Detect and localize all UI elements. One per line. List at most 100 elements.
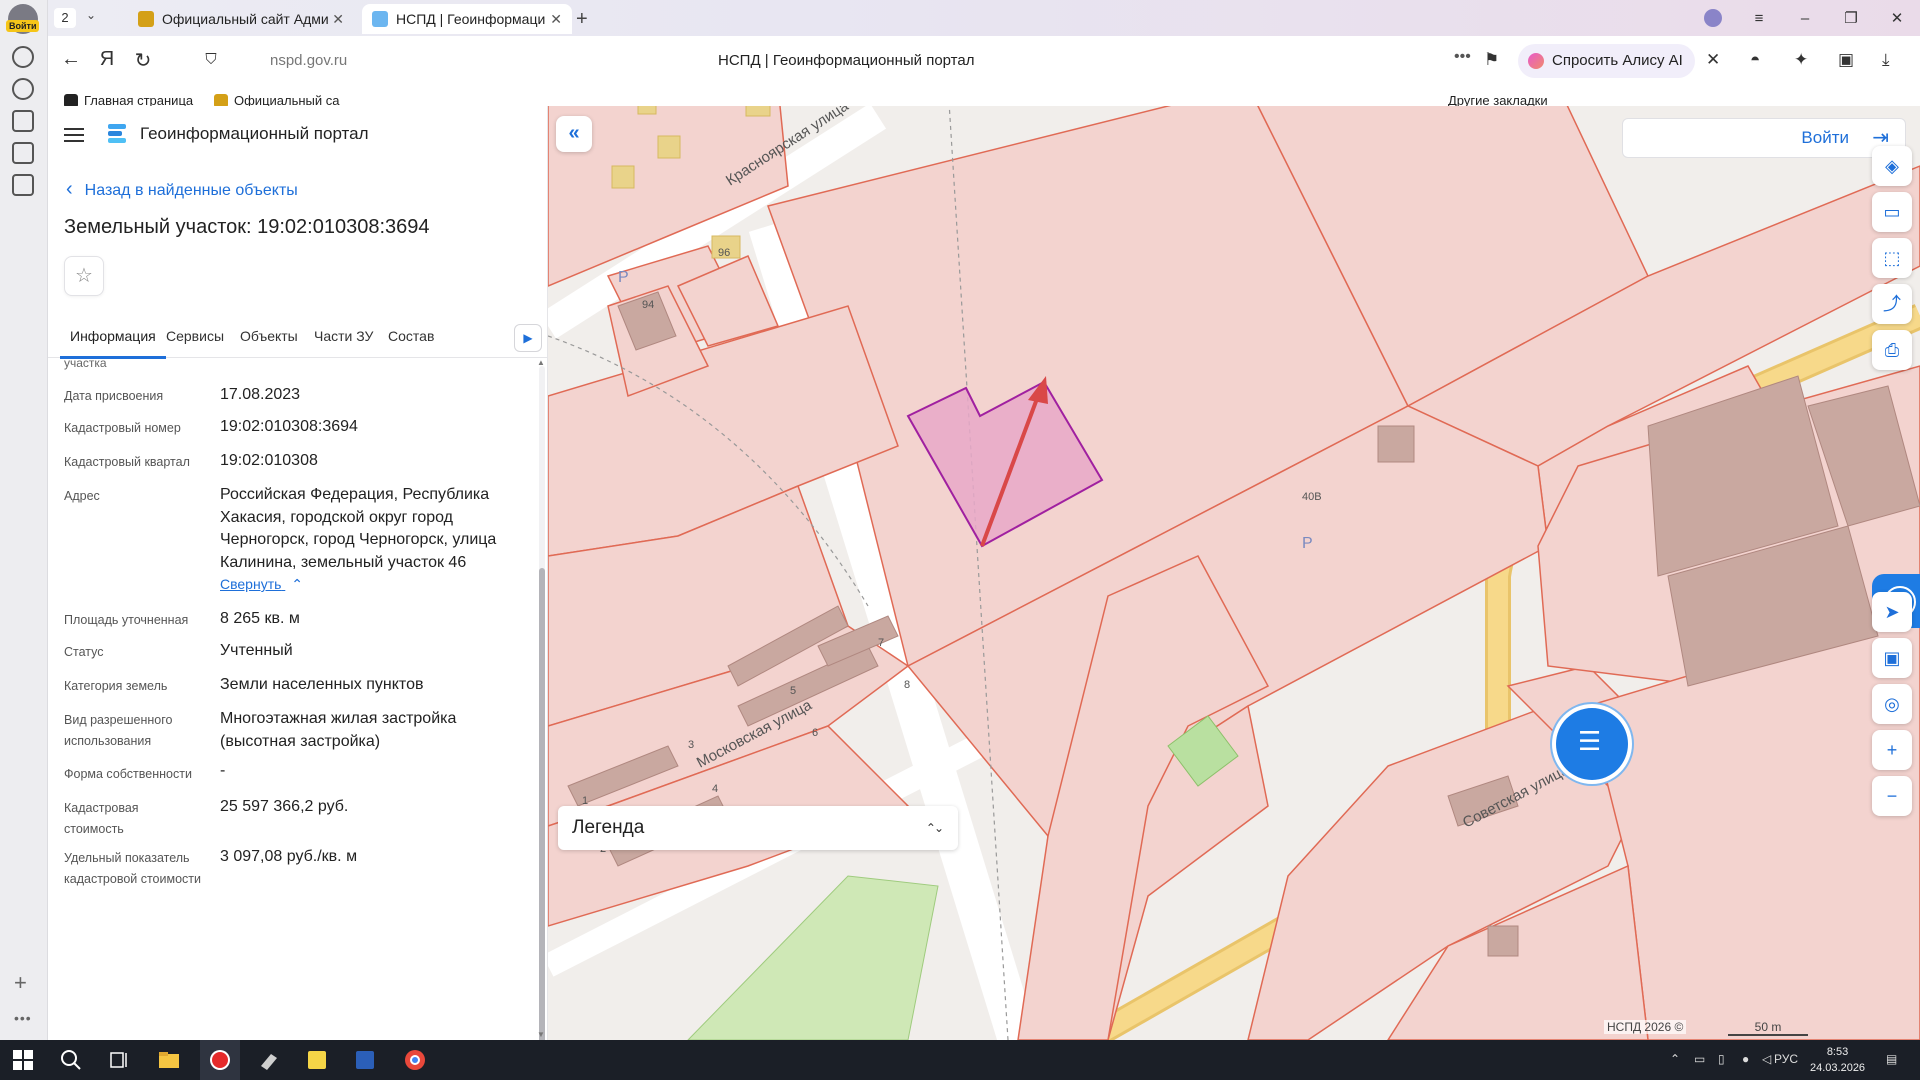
volume-icon[interactable]: ◁ [1762, 1052, 1771, 1066]
house-number: 94 [642, 299, 654, 311]
tab-services[interactable]: Сервисы [166, 328, 224, 344]
chevron-right-icon[interactable]: ▶ [514, 324, 542, 352]
parking-label: P [1302, 535, 1313, 552]
hat-icon[interactable]: ◓ [1750, 50, 1760, 70]
ask-alice-button[interactable]: Спросить Алису AI [1518, 44, 1695, 78]
zoom-in-icon[interactable]: + [1872, 730, 1912, 770]
profile-login-badge[interactable]: Войти [6, 20, 40, 32]
browser-tab-admin[interactable]: Официальный сайт Адми ✕ [128, 4, 354, 34]
search-icon[interactable] [58, 1048, 84, 1072]
browser-tab-nspd[interactable]: НСПД | Геоинформаци ✕ [362, 4, 572, 34]
menu-icon[interactable]: ≡ [1736, 10, 1782, 27]
more-dots-icon[interactable]: ••• [1454, 48, 1471, 66]
battery-icon[interactable]: ▯ [1718, 1052, 1725, 1066]
more-icon[interactable]: ••• [14, 1010, 32, 1026]
chevron-up-icon: ⌃ [291, 576, 304, 592]
back-arrow-icon[interactable]: ← [58, 48, 84, 71]
favorite-star-button[interactable]: ☆ [64, 256, 104, 296]
chrome-icon[interactable] [402, 1048, 428, 1072]
close-icon[interactable]: ✕ [550, 11, 562, 28]
file-explorer-icon[interactable] [156, 1048, 182, 1072]
tab-parts[interactable]: Части ЗУ [314, 328, 373, 344]
coat-of-arms-icon [138, 11, 154, 27]
map-copyright: НСПД 2026 © [1604, 1020, 1687, 1034]
address-bar: ← Я ↻ ⛉ nspd.gov.ru НСПД | Геоинформацио… [48, 36, 1920, 86]
collections-icon[interactable]: ✕ [1706, 50, 1720, 70]
marker-square [657, 135, 681, 159]
row-value-quarter: 19:02:010308 [220, 452, 318, 469]
scroll-thumb[interactable] [539, 568, 545, 1080]
map-view[interactable]: Красноярская улица Московская улица Сове… [548, 106, 1920, 1040]
url-field[interactable]: nspd.gov.ru [270, 52, 347, 69]
row-value-date: 17.08.2023 [220, 386, 301, 403]
row-value-area: 8 265 кв. м [220, 610, 300, 627]
download-icon[interactable]: ⤓ [1882, 50, 1890, 70]
extensions-icon[interactable]: ✦ [1794, 50, 1808, 70]
map-canvas[interactable]: Красноярская улица Московская улица Сове… [548, 106, 1920, 1040]
system-clock[interactable]: 8:53 24.03.2026 [1810, 1044, 1865, 1076]
microphone-icon[interactable]: ● [1742, 1052, 1749, 1066]
play-icon[interactable] [12, 78, 34, 100]
scroll-down-icon[interactable]: ▼ [537, 1030, 545, 1039]
screenshot-icon[interactable] [12, 174, 34, 196]
ruler-icon[interactable]: ▭ [1872, 192, 1912, 232]
minimize-icon[interactable]: – [1782, 10, 1828, 27]
tab-information[interactable]: Информация [70, 328, 156, 344]
sticky-notes-icon[interactable] [304, 1048, 330, 1072]
word-icon[interactable] [352, 1048, 378, 1072]
tab-composition[interactable]: Состав [388, 328, 434, 344]
history-icon[interactable] [12, 46, 34, 68]
collapse-address-link[interactable]: Свернуть ⌃ [220, 576, 303, 593]
new-tab-icon[interactable]: + [576, 8, 588, 31]
row-value-cadastral-number: 19:02:010308:3694 [220, 418, 358, 435]
tab-count[interactable]: 2 [54, 8, 76, 28]
collapse-label: Свернуть [220, 576, 282, 592]
security-shield-icon[interactable]: ⛉ [198, 51, 224, 68]
tab-objects[interactable]: Объекты [240, 328, 298, 344]
search-location-icon[interactable]: ◎ [1872, 684, 1912, 724]
add-panel-icon[interactable]: + [14, 970, 27, 996]
hamburger-menu-icon[interactable] [64, 124, 84, 146]
language-indicator[interactable]: РУС [1774, 1052, 1798, 1066]
minimap-icon[interactable]: ▣ [1872, 638, 1912, 678]
zoom-out-icon[interactable]: − [1872, 776, 1912, 816]
chat-button[interactable] [1556, 708, 1628, 780]
info-scrollbar[interactable]: ▲ ▼ [536, 358, 546, 1080]
back-to-results-link[interactable]: Назад в найденные объекты [66, 178, 298, 201]
yandex-icon[interactable]: Я [94, 48, 120, 71]
task-view-icon[interactable] [106, 1048, 132, 1072]
share-icon[interactable]: ⤴ [1872, 284, 1912, 324]
info-list: участка Дата присвоения 17.08.2023 Кадас… [48, 358, 536, 1040]
locate-arrow-icon[interactable]: ➤ [1872, 592, 1912, 632]
close-icon[interactable]: ✕ [332, 11, 344, 28]
reload-icon[interactable]: ↻ [130, 48, 156, 73]
close-window-icon[interactable]: ✕ [1874, 9, 1920, 27]
tab-group-icon[interactable] [12, 142, 34, 164]
clock-time: 8:53 [1826, 1046, 1849, 1058]
login-button[interactable]: Войти [1622, 118, 1906, 158]
house-number: 7 [878, 637, 884, 649]
layers-icon[interactable]: ◈ [1872, 146, 1912, 186]
row-label-cadastral-number: Кадастровый номер [64, 421, 181, 435]
area-select-icon[interactable]: ⬚ [1872, 238, 1912, 278]
legend-dropdown[interactable]: Легенда [558, 806, 958, 850]
sidebar-icon[interactable]: ▣ [1838, 50, 1854, 70]
tray-chevron-icon[interactable]: ⌃ [1670, 1052, 1680, 1066]
notifications-icon[interactable]: ▤ [1886, 1052, 1897, 1066]
chevron-down-icon[interactable]: ⌄ [86, 8, 96, 22]
portal-logo-icon [108, 124, 126, 143]
browser-side-rail: Войти + ••• [0, 0, 48, 1040]
network-icon[interactable]: ▭ [1694, 1052, 1705, 1066]
bookmark-icon[interactable]: ⚑ [1484, 50, 1499, 70]
page-content: Геоинформационный портал Назад в найденн… [48, 106, 1920, 1080]
object-info-panel: Геоинформационный портал Назад в найденн… [48, 106, 548, 1080]
extension-icon[interactable] [1704, 9, 1722, 27]
windows-start-icon[interactable] [10, 1048, 36, 1072]
house-number: 6 [812, 727, 818, 739]
restore-icon[interactable]: ❐ [1828, 9, 1874, 27]
yandex-browser-icon[interactable] [207, 1048, 233, 1072]
collapse-panel-button[interactable]: « [556, 116, 592, 152]
news-icon[interactable] [12, 110, 34, 132]
tool-icon[interactable] [256, 1048, 282, 1072]
print-icon[interactable]: ⎙ [1872, 330, 1912, 370]
